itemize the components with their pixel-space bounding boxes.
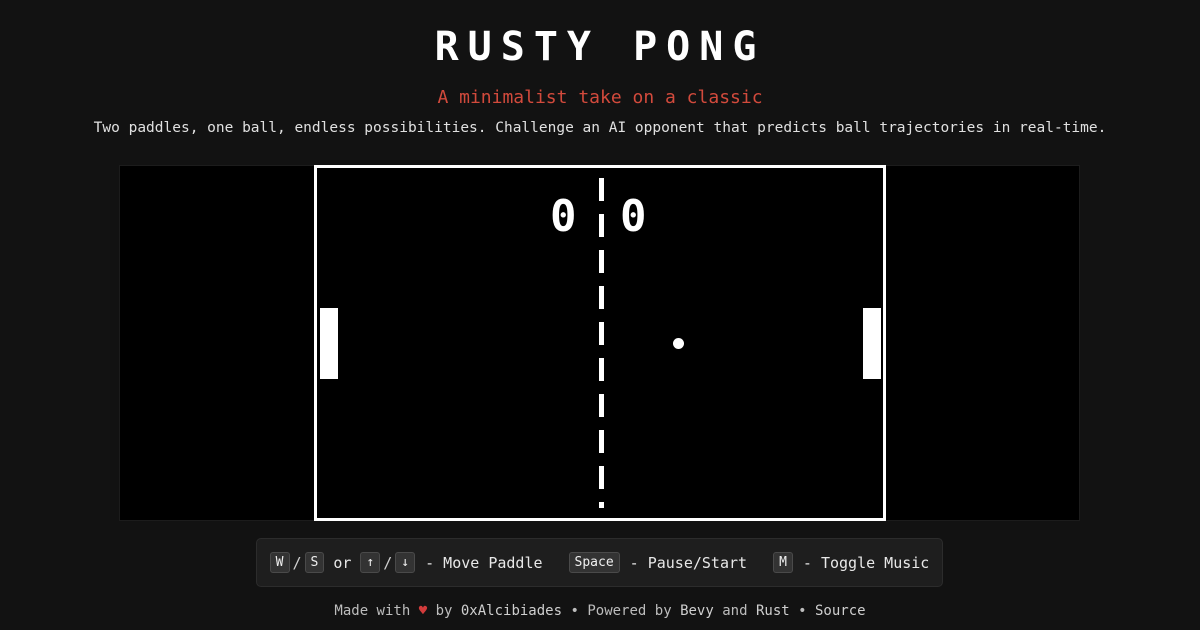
key-s: S: [304, 552, 325, 573]
pause-start-label: - Pause/Start: [629, 553, 748, 572]
heart-icon: ♥: [418, 603, 428, 619]
key-separator: /: [383, 553, 393, 572]
or-text: or: [333, 553, 352, 572]
made-with-text: Made with: [334, 603, 411, 619]
center-net: [599, 178, 604, 508]
move-controls: W / S or ↑ / ↓ - Move Paddle: [269, 552, 543, 573]
key-space: Space: [568, 552, 620, 573]
page-title: RUSTY PONG: [434, 24, 766, 70]
key-w: W: [269, 552, 290, 573]
and-text: and: [722, 603, 748, 619]
subtitle: A minimalist take on a classic: [437, 87, 763, 108]
footer: Made with ♥ by 0xAlcibiades • Powered by…: [0, 603, 1200, 619]
source-link[interactable]: Source: [815, 603, 866, 619]
arrow-down-icon: ↓: [395, 552, 416, 573]
ball: [673, 338, 684, 349]
bullet-separator: •: [798, 603, 807, 619]
key-separator: /: [292, 553, 302, 572]
by-text: by: [435, 603, 453, 619]
tagline: Two paddles, one ball, endless possibili…: [93, 120, 1107, 136]
powered-by-text: Powered by: [587, 603, 672, 619]
rust-link[interactable]: Rust: [756, 603, 790, 619]
player-paddle: [320, 308, 338, 379]
controls-bar: W / S or ↑ / ↓ - Move Paddle Space - Pau…: [256, 538, 943, 587]
bevy-link[interactable]: Bevy: [680, 603, 714, 619]
arrow-up-icon: ↑: [360, 552, 381, 573]
score-right: 0: [620, 191, 647, 242]
bullet-separator: •: [570, 603, 579, 619]
pause-controls: Space - Pause/Start: [568, 552, 748, 573]
page: RUSTY PONG A minimalist take on a classi…: [0, 0, 1200, 630]
pong-court: 0 0: [314, 165, 886, 521]
ai-paddle: [863, 308, 881, 379]
toggle-music-label: - Toggle Music: [802, 553, 930, 572]
key-m: M: [773, 552, 793, 573]
author-link[interactable]: 0xAlcibiades: [461, 603, 562, 619]
score-left: 0: [550, 191, 577, 242]
move-paddle-label: - Move Paddle: [425, 553, 543, 572]
music-controls: M - Toggle Music: [773, 552, 929, 573]
